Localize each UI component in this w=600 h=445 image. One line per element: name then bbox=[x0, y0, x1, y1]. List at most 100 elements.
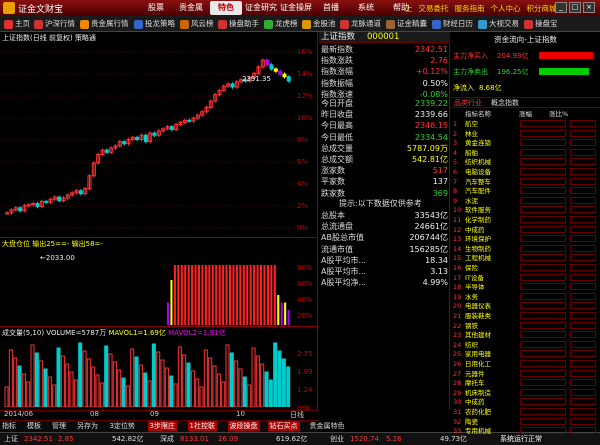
toolbar-item-10[interactable]: 财经日历 bbox=[432, 17, 473, 31]
sector-name[interactable]: 钢铁 bbox=[465, 322, 478, 331]
position-bar bbox=[270, 265, 273, 325]
title-link-1[interactable]: 交易委托 bbox=[419, 4, 449, 13]
sector-name[interactable]: 汽车配件 bbox=[465, 187, 491, 196]
pct-tick: 6% bbox=[297, 158, 309, 166]
sector-name[interactable]: 元器件 bbox=[465, 370, 485, 379]
position-bar bbox=[256, 265, 259, 325]
title-link-2[interactable]: 服务指南 bbox=[455, 4, 485, 13]
sector-name[interactable]: 家用电器 bbox=[465, 350, 491, 359]
sector-name[interactable]: 陶瓷 bbox=[465, 418, 478, 427]
menu-tab-5[interactable]: 首播 bbox=[315, 1, 347, 15]
sector-name[interactable]: 服装鞋类 bbox=[465, 312, 491, 321]
sector-index: 5 bbox=[453, 158, 458, 167]
sector-name[interactable]: 日用化工 bbox=[465, 360, 491, 369]
toolbar-item-11[interactable]: 大视交易 bbox=[478, 17, 519, 31]
kline-chart-panel[interactable]: 上证指数(日线 前复权) 策略通 大盘仓位 输出25==- 输出58=- 成交量… bbox=[0, 32, 318, 413]
toolbar-item-0[interactable]: 主页 bbox=[4, 17, 30, 31]
toolbar-label: 财经日历 bbox=[443, 19, 473, 28]
sector-name[interactable]: 专用机械 bbox=[465, 427, 491, 436]
sector-name[interactable]: 化学制药 bbox=[465, 216, 491, 225]
quote-row: 昨日收盘 2339.66 bbox=[321, 109, 448, 120]
bottom-tab-3[interactable]: 另存为 bbox=[75, 421, 100, 431]
sector-name[interactable]: 保险 bbox=[465, 264, 478, 273]
bottom-tab-2[interactable]: 管理 bbox=[50, 421, 68, 431]
bottom-tab-7[interactable]: 波段操盘 bbox=[227, 421, 260, 431]
bottom-tab-5[interactable]: 3步限庄 bbox=[147, 421, 177, 431]
sector-index: 29 bbox=[453, 388, 462, 397]
sector-name[interactable]: 中成药 bbox=[465, 398, 485, 407]
menu-tab-3[interactable]: 证金研究 bbox=[245, 1, 277, 15]
menu-tab-7[interactable]: 帮助 bbox=[385, 1, 417, 15]
position-bar bbox=[204, 265, 207, 325]
sector-name[interactable]: 纺织 bbox=[465, 341, 478, 350]
position-bar bbox=[246, 265, 249, 325]
bottom-tab-1[interactable]: 模板 bbox=[25, 421, 43, 431]
sector-index: 25 bbox=[453, 350, 462, 359]
sector-name[interactable]: IT设备 bbox=[465, 274, 484, 283]
toolbar-item-1[interactable]: 沪深行情 bbox=[34, 17, 75, 31]
sector-name[interactable]: 半导体 bbox=[465, 283, 485, 292]
toolbar-icon bbox=[386, 19, 395, 29]
toolbar-item-3[interactable]: 投龙策略 bbox=[134, 17, 175, 31]
toolbar-item-2[interactable]: 贵金属行情 bbox=[80, 17, 129, 31]
menu-tab-6[interactable]: 系统 bbox=[350, 1, 382, 15]
toolbar-item-9[interactable]: 证金精囊 bbox=[386, 17, 427, 31]
sector-name[interactable]: 其他建材 bbox=[465, 331, 491, 340]
sector-name[interactable]: 纺织机械 bbox=[465, 158, 491, 167]
toolbar-icon bbox=[218, 19, 227, 29]
sector-name[interactable]: 中成药 bbox=[465, 226, 485, 235]
toolbar-label: 风云榜 bbox=[191, 19, 214, 28]
quote-row: A股平均市... 3.13 bbox=[321, 266, 448, 277]
sector-name[interactable]: 农药化肥 bbox=[465, 408, 491, 417]
title-link-4[interactable]: 积分商城 bbox=[527, 4, 557, 13]
bottom-tab-0[interactable]: 指标 bbox=[0, 421, 18, 431]
close-icon[interactable]: × bbox=[583, 2, 595, 13]
sector-index: 33 bbox=[453, 427, 462, 436]
sector-name[interactable]: 水泥 bbox=[465, 197, 478, 206]
sector-name[interactable]: 林业 bbox=[465, 130, 478, 139]
toolbar-label: 大视交易 bbox=[489, 19, 519, 28]
menu-tab-0[interactable]: 股票 bbox=[140, 1, 172, 15]
toolbar-item-6[interactable]: 龙虎榜 bbox=[264, 17, 298, 31]
bottom-tab-6[interactable]: 1社控联 bbox=[187, 421, 217, 431]
bottom-tab-9[interactable]: 贵金属特色 bbox=[308, 421, 347, 431]
sector-row-cell bbox=[570, 340, 596, 348]
sector-name[interactable]: 工程机械 bbox=[465, 254, 491, 263]
sector-name[interactable]: 生物制药 bbox=[465, 245, 491, 254]
sector-name[interactable]: 汽车整车 bbox=[465, 178, 491, 187]
toolbar-item-7[interactable]: 金股池 bbox=[302, 17, 336, 31]
tab-category[interactable]: 品类行业 bbox=[454, 98, 482, 108]
bottom-tab-8[interactable]: 钻石买点 bbox=[267, 421, 300, 431]
sector-name[interactable]: 电器仪表 bbox=[465, 302, 491, 311]
sector-name[interactable]: 黄金连锁 bbox=[465, 139, 491, 148]
sector-name[interactable]: 摩托车 bbox=[465, 379, 485, 388]
sector-row-cell bbox=[570, 206, 596, 214]
sector-name[interactable]: 环境保护 bbox=[465, 235, 491, 244]
sector-index: 10 bbox=[453, 206, 462, 215]
toolbar-label: 金股池 bbox=[313, 19, 336, 28]
sector-name[interactable]: 航空 bbox=[465, 120, 478, 129]
minimize-button[interactable]: _ bbox=[555, 2, 567, 13]
sector-name[interactable]: 软件服务 bbox=[465, 206, 491, 215]
tab-concept[interactable]: 概念指数 bbox=[491, 98, 519, 108]
bottom-tab-4[interactable]: 3定位势 bbox=[108, 421, 137, 431]
sector-name[interactable]: 电脑设备 bbox=[465, 168, 491, 177]
date-mode[interactable]: 日线 bbox=[290, 410, 304, 420]
sector-name[interactable]: 船舶 bbox=[465, 149, 478, 158]
quote-row: 今日最高 2346.15 bbox=[321, 120, 448, 131]
toolbar-item-8[interactable]: 龙脉通道 bbox=[340, 17, 381, 31]
toolbar-item-5[interactable]: 操盘助手 bbox=[218, 17, 259, 31]
menu-tab-2[interactable]: 特色 bbox=[210, 1, 242, 15]
position-bar bbox=[222, 265, 225, 325]
toolbar-item-4[interactable]: 风云榜 bbox=[180, 17, 214, 31]
maximize-button[interactable]: □ bbox=[569, 2, 581, 13]
volume-bar bbox=[39, 360, 44, 407]
sector-name[interactable]: 水务 bbox=[465, 293, 478, 302]
menu-tab-4[interactable]: 证金操屏 bbox=[280, 1, 312, 15]
toolbar-item-12[interactable]: 操盘宝 bbox=[524, 17, 558, 31]
sector-name[interactable]: 机床制造 bbox=[465, 389, 491, 398]
menu-tab-1[interactable]: 贵金属 bbox=[175, 1, 207, 15]
sector-row-cell bbox=[570, 225, 596, 233]
quote-value: 24661亿 bbox=[414, 222, 448, 232]
title-link-3[interactable]: 个人中心 bbox=[491, 4, 521, 13]
